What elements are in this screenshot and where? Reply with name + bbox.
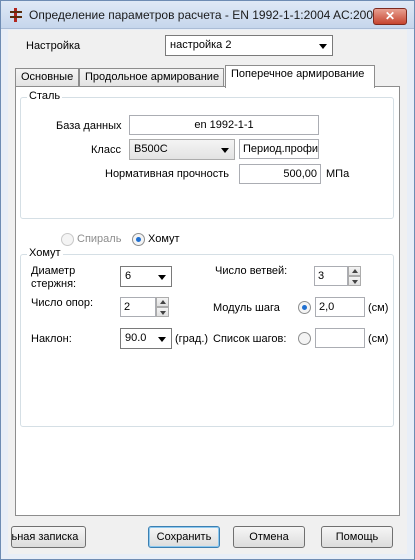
step-list-unit: (см) — [368, 333, 389, 345]
bar-profile-value: Период.профил — [243, 143, 319, 155]
spin-down-icon[interactable] — [156, 307, 169, 317]
cancel-button-label: Отмена — [249, 531, 289, 543]
dialog-client-area: Настройка настройка 2 Основные Продольно… — [8, 30, 407, 554]
dialog-window: Определение параметров расчета - EN 1992… — [0, 0, 415, 560]
supports-field[interactable]: 2 — [120, 297, 156, 317]
save-button[interactable]: Сохранить — [148, 526, 220, 548]
incline-dropdown[interactable]: 90.0 — [120, 328, 172, 349]
incline-unit: (град.) — [175, 333, 209, 345]
rebar-icon — [9, 8, 23, 22]
stirrup-group-title: Хомут — [27, 247, 63, 259]
database-field[interactable]: en 1992-1-1 — [129, 115, 319, 135]
step-module-field[interactable]: 2,0 — [315, 297, 365, 317]
step-list-radio[interactable] — [298, 332, 311, 345]
spiral-label: Спираль — [77, 233, 122, 245]
chevron-down-icon — [319, 44, 327, 49]
step-module-unit: (см) — [368, 302, 389, 314]
spin-up-icon[interactable] — [156, 297, 169, 307]
diameter-dropdown[interactable]: 6 — [120, 266, 172, 287]
transverse-tab-panel: Сталь База данных en 1992-1-1 Класс B500… — [15, 86, 400, 516]
steel-class-value: B500C — [134, 143, 168, 155]
strength-value: 500,00 — [283, 168, 317, 180]
steel-group-title: Сталь — [27, 90, 63, 102]
step-module-radio[interactable] — [298, 301, 311, 314]
note-button-label: Пояснительная записка — [11, 531, 79, 543]
close-button[interactable]: ✕ — [373, 8, 407, 25]
diameter-value: 6 — [125, 270, 132, 282]
chevron-down-icon — [158, 275, 166, 280]
strength-field[interactable]: 500,00 — [239, 164, 321, 184]
strength-unit: МПа — [326, 168, 350, 180]
diameter-label-line1: Диаметр — [31, 265, 76, 277]
branches-spinner[interactable] — [348, 266, 361, 286]
branches-field[interactable]: 3 — [314, 266, 348, 286]
help-button-label: Помощь — [335, 531, 379, 543]
stirrup-radio[interactable] — [132, 233, 145, 246]
stirrup-radio-label: Хомут — [148, 233, 180, 245]
tab-transverse[interactable]: Поперечное армирование — [225, 65, 375, 88]
step-list-label: Список шагов: — [213, 333, 287, 345]
close-icon: ✕ — [384, 9, 396, 23]
class-label: Класс — [91, 144, 121, 156]
title-bar[interactable]: Определение параметров расчета - EN 1992… — [1, 1, 414, 29]
step-module-value: 2,0 — [319, 301, 335, 313]
cancel-button[interactable]: Отмена — [233, 526, 305, 548]
supports-spinner[interactable] — [156, 297, 169, 317]
chevron-down-icon — [221, 148, 229, 153]
tab-general[interactable]: Основные — [15, 68, 79, 87]
tab-longitudinal[interactable]: Продольное армирование — [79, 68, 224, 87]
database-label: База данных — [56, 120, 122, 132]
incline-value: 90.0 — [125, 332, 147, 344]
note-button[interactable]: Пояснительная записка — [11, 526, 86, 548]
supports-label: Число опор: — [31, 297, 94, 309]
bar-profile-field[interactable]: Период.профил — [239, 139, 319, 159]
spin-down-icon[interactable] — [348, 276, 361, 286]
tab-transverse-label: Поперечное армирование — [231, 68, 365, 80]
strength-label: Нормативная прочность — [105, 168, 229, 180]
help-button[interactable]: Помощь — [321, 526, 393, 548]
incline-label: Наклон: — [31, 333, 72, 345]
branches-value: 3 — [318, 270, 325, 282]
spiral-radio[interactable] — [61, 233, 74, 246]
supports-value: 2 — [124, 301, 131, 313]
tab-longitudinal-label: Продольное армирование — [85, 71, 220, 83]
branches-label: Число ветвей: — [215, 265, 288, 277]
settings-dropdown-value: настройка 2 — [170, 39, 232, 51]
settings-label: Настройка — [26, 40, 81, 52]
settings-dropdown[interactable]: настройка 2 — [165, 35, 333, 56]
window-title: Определение параметров расчета - EN 1992… — [29, 8, 380, 22]
steel-class-dropdown[interactable]: B500C — [129, 139, 235, 160]
step-list-field[interactable] — [315, 328, 365, 348]
spin-up-icon[interactable] — [348, 266, 361, 276]
save-button-label: Сохранить — [156, 531, 212, 543]
chevron-down-icon — [158, 337, 166, 342]
step-module-label: Модуль шага — [213, 302, 280, 314]
tab-general-label: Основные — [21, 71, 74, 83]
diameter-label-line2: стержня: — [31, 278, 77, 290]
database-value: en 1992-1-1 — [194, 119, 254, 131]
